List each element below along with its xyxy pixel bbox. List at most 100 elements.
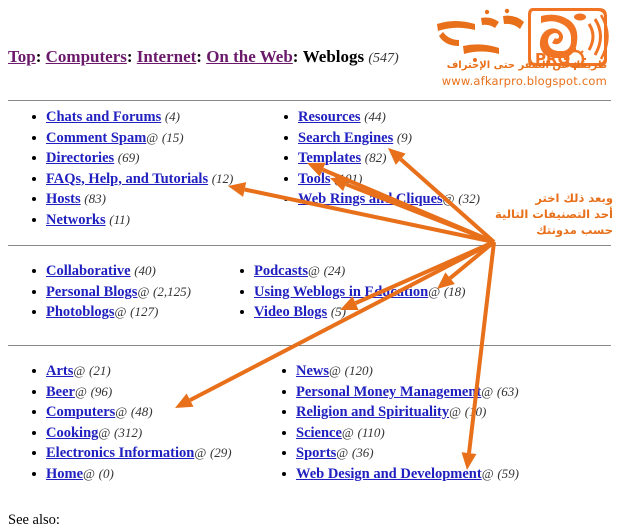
- list-item: News@ (120): [280, 362, 519, 380]
- category-link[interactable]: FAQs, Help, and Tutorials: [46, 171, 208, 187]
- category-list: Podcasts@ (24) Using Weblogs in Educatio…: [238, 262, 465, 321]
- site-logo: PRO طريقك من الصفر حتى الإحتراف www.afka…: [429, 2, 611, 94]
- annotation-line-2: أحد التصنيفات التالية: [495, 207, 613, 221]
- list-item: Web Design and Development@ (59): [280, 465, 519, 483]
- category-count: (59): [497, 465, 519, 481]
- list-item: Podcasts@ (24): [238, 262, 465, 280]
- category-link[interactable]: Chats and Forums: [46, 109, 161, 125]
- category-count: (0): [98, 465, 114, 481]
- category-link[interactable]: Web Design and Development: [296, 466, 482, 482]
- category-link[interactable]: Beer: [46, 384, 75, 400]
- category-count: (63): [496, 383, 519, 399]
- list-item: Computers@ (48): [30, 403, 232, 421]
- category-link[interactable]: Personal Money Management: [296, 384, 481, 400]
- category-link[interactable]: Religion and Spirituality: [296, 404, 449, 420]
- category-link[interactable]: Computers: [46, 404, 115, 420]
- list-item: Web Rings and Cliques@ (32): [282, 190, 480, 208]
- category-link[interactable]: Comment Spam: [46, 130, 146, 146]
- list-item: Science@ (110): [280, 424, 519, 442]
- category-link[interactable]: Hosts: [46, 191, 81, 207]
- category-at: @: [341, 424, 354, 440]
- category-count: (44): [364, 109, 386, 124]
- list-item: Templates (82): [282, 149, 480, 167]
- list-item: Hosts (83): [30, 190, 233, 208]
- category-column-right: Resources (44) Search Engines (9) Templa…: [282, 108, 480, 211]
- category-link[interactable]: Using Weblogs in Education: [254, 284, 428, 300]
- logo-tagline: طريقك من الصفر حتى الإحتراف: [446, 60, 607, 71]
- category-at: @: [428, 283, 441, 299]
- list-item: Electronics Information@ (29): [30, 444, 232, 462]
- list-item: Chats and Forums (4): [30, 108, 233, 126]
- category-count: (10): [464, 404, 487, 419]
- category-at: @: [146, 129, 159, 145]
- category-at: @: [449, 404, 462, 419]
- category-count: (96): [90, 383, 113, 399]
- category-count: (312): [114, 424, 143, 440]
- breadcrumb: Top: Computers: Internet: On the Web: We…: [8, 47, 399, 67]
- category-at: @: [481, 383, 494, 399]
- category-count: (15): [161, 129, 184, 145]
- breadcrumb-separator: :: [35, 47, 42, 66]
- category-link[interactable]: Podcasts: [254, 263, 308, 279]
- logo-url: www.afkarpro.blogspot.com: [441, 74, 607, 88]
- category-at: @: [74, 383, 87, 399]
- category-link[interactable]: Electronics Information: [46, 445, 194, 461]
- breadcrumb-item-top[interactable]: Top: [8, 47, 36, 66]
- category-link[interactable]: Directories: [46, 150, 114, 166]
- category-list: News@ (120) Personal Money Management@ (…: [280, 362, 519, 483]
- category-link[interactable]: Templates: [298, 150, 361, 166]
- category-count: (21): [89, 363, 111, 378]
- category-count: (4): [164, 109, 181, 124]
- category-link[interactable]: Networks: [46, 212, 106, 228]
- page-root: PRO طريقك من الصفر حتى الإحتراف www.afka…: [0, 0, 619, 529]
- category-link[interactable]: Collaborative: [46, 263, 131, 279]
- breadcrumb-separator: :: [292, 47, 299, 66]
- category-count: (9): [396, 129, 413, 145]
- category-at: @: [114, 304, 127, 319]
- category-at: @: [83, 465, 96, 481]
- category-count: (40): [134, 263, 156, 278]
- annotation-line-1: وبعد ذلك اختر: [535, 191, 613, 205]
- category-at: @: [481, 465, 494, 481]
- category-count: (29): [209, 445, 232, 460]
- category-at: @: [73, 363, 86, 378]
- category-at: @: [329, 363, 342, 378]
- list-item: Collaborative (40): [30, 262, 191, 280]
- list-item: Cooking@ (312): [30, 424, 232, 442]
- category-link[interactable]: Sports: [296, 445, 336, 461]
- category-link[interactable]: Arts: [46, 363, 73, 379]
- list-item: Resources (44): [282, 108, 480, 126]
- category-link[interactable]: Resources: [298, 109, 361, 125]
- category-link[interactable]: Science: [296, 425, 342, 441]
- category-link[interactable]: Home: [46, 466, 83, 482]
- category-count: (83): [84, 191, 106, 206]
- breadcrumb-item-internet[interactable]: Internet: [137, 47, 196, 66]
- category-link[interactable]: Photoblogs: [46, 304, 115, 320]
- category-count: (24): [323, 263, 346, 278]
- category-count: (69): [117, 150, 140, 165]
- category-at: @: [194, 445, 207, 460]
- category-link[interactable]: Search Engines: [298, 130, 393, 146]
- category-link[interactable]: Cooking: [46, 425, 98, 441]
- breadcrumb-item-on-the-web[interactable]: On the Web: [206, 47, 293, 66]
- category-at: @: [115, 404, 128, 419]
- section-divider-3: [8, 345, 611, 346]
- section-divider-2: [8, 245, 611, 246]
- category-link[interactable]: Personal Blogs: [46, 284, 137, 300]
- list-item: Religion and Spirituality@ (10): [280, 403, 519, 421]
- page-title: Weblogs: [302, 47, 365, 66]
- see-also-label: See also:: [8, 512, 60, 528]
- category-count: (36): [351, 445, 374, 460]
- category-link[interactable]: News: [296, 363, 329, 379]
- category-link[interactable]: Web Rings and Cliques: [298, 191, 443, 207]
- category-count: (101): [334, 170, 363, 186]
- category-link[interactable]: Video Blogs: [254, 304, 327, 320]
- category-link[interactable]: Tools: [298, 171, 331, 187]
- category-count: (12): [211, 170, 234, 186]
- category-count: (110): [357, 424, 385, 440]
- annotation-line-3: حسب مدونتك: [536, 223, 613, 237]
- list-item: Personal Money Management@ (63): [280, 383, 519, 401]
- category-list: Arts@ (21) Beer@ (96) Computers@ (48) Co…: [30, 362, 232, 483]
- breadcrumb-item-computers[interactable]: Computers: [46, 47, 127, 66]
- list-item: Beer@ (96): [30, 383, 232, 401]
